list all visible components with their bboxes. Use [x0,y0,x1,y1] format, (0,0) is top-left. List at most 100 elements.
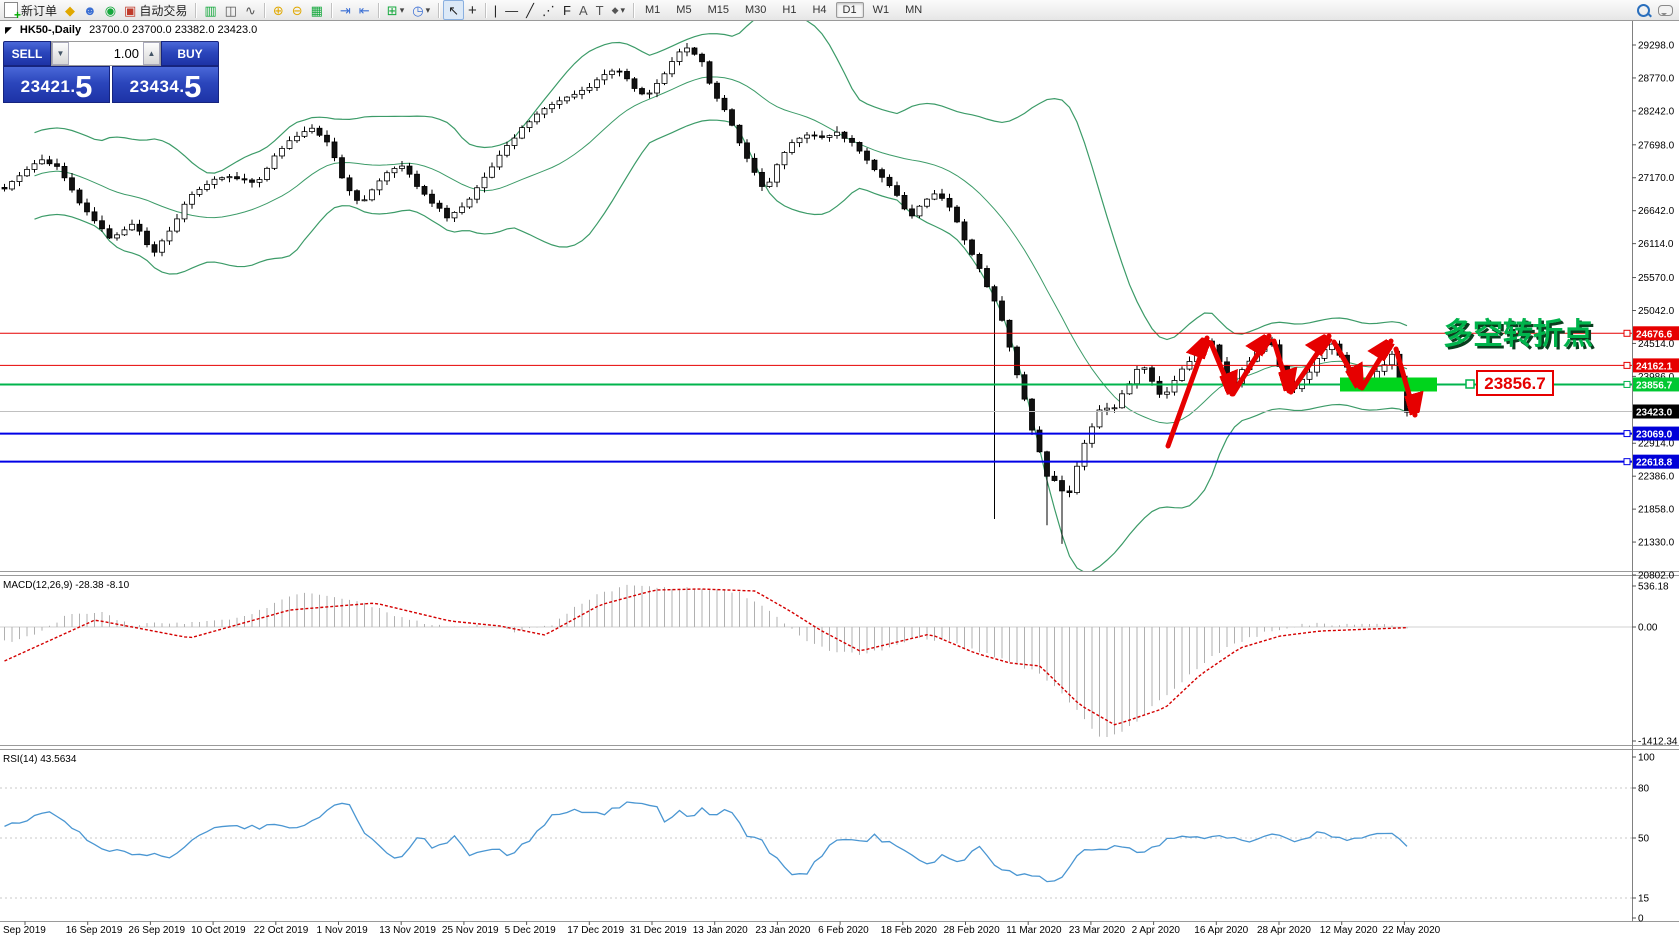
signals-icon: ◉ [105,4,116,17]
ohlc-readout: 23700.0 23700.0 23382.0 23423.0 [89,24,257,36]
community-button[interactable]: ☻ [79,1,101,19]
toolbar-separator [378,3,379,18]
buy-price-button[interactable]: 23434.5 [112,66,219,103]
signals-button[interactable]: ◉ [101,1,120,19]
rsi-tick-label: 100 [1638,753,1655,764]
volume-increase-button[interactable]: ▲ [143,42,160,65]
new-order-icon [4,2,18,18]
sell-price-button[interactable]: 23421.5 [3,66,110,103]
bar-chart-button[interactable]: ▥ [200,1,220,19]
toolbar-separator [438,3,439,18]
auto-trading-button[interactable]: ▣ 自动交易 [120,1,191,19]
price-callout-text: 23856.7 [1484,374,1545,393]
candle-chart-button[interactable]: ◫ [221,1,241,19]
candlestick-series [2,43,1410,544]
label-tool-button[interactable]: T [592,1,608,19]
timeframe-button-M15[interactable]: M15 [701,2,736,18]
deposit-button[interactable]: ◆ [61,1,79,19]
price-tick-label: 20802.0 [1638,570,1675,581]
hline-tool-button[interactable]: — [501,1,522,19]
price-tick-label: 29298.0 [1638,41,1675,52]
zoom-out-icon: ⊖ [292,4,303,17]
periods-button[interactable]: ◷▾ [408,1,434,19]
auto-scroll-button[interactable]: ⇥ [336,1,355,19]
chart-expand-icon[interactable]: ◤ [5,25,12,36]
macd-tick-label: -1412.34 [1638,737,1678,748]
crosshair-tool-button[interactable]: + [464,1,481,19]
vline-tool-button[interactable]: | [490,1,501,19]
time-axis[interactable]: Sep 201916 Sep 201926 Sep 201910 Oct 201… [3,922,1441,937]
headline-text: 多空转折点 [1443,317,1593,352]
volume-input[interactable]: 1.00 [69,42,143,65]
price-tick-label: 28242.0 [1638,106,1675,117]
new-chart-button[interactable]: ⊞▾ [383,1,408,19]
bar-chart-icon: ▥ [204,4,216,17]
buy-price-main: 23434 [130,77,180,100]
trendline-tool-button[interactable]: ╱ [522,1,538,19]
zoom-in-button[interactable]: ⊕ [269,1,288,19]
sell-button[interactable]: SELL [3,41,51,66]
macd-indicator-label: MACD(12,26,9) -28.38 -8.10 [3,580,129,591]
price-level-tag: 23856.7 [1636,380,1673,391]
search-icon[interactable] [1637,4,1650,17]
date-label: 12 May 2020 [1320,925,1378,936]
buy-button[interactable]: BUY [161,41,219,66]
date-label: 11 Mar 2020 [1006,925,1062,936]
rsi-tick-label: 50 [1638,834,1650,845]
timeframe-button-M5[interactable]: M5 [669,2,698,18]
chart-shift-button[interactable]: ⇤ [355,1,374,19]
timeframe-button-H1[interactable]: H1 [775,2,803,18]
chat-icon[interactable] [1658,5,1673,16]
toolbar-right-icons [1637,0,1673,20]
price-tick-label: 25570.0 [1638,273,1675,284]
shapes-tool-button[interactable]: ◆▾ [608,1,629,19]
price-level-tag: 23423.0 [1636,407,1673,418]
channel-icon: ⋰ [542,4,555,17]
rsi-pane [0,788,1632,898]
auto-trading-icon: ▣ [124,4,136,17]
timeframe-button-MN[interactable]: MN [898,2,929,18]
fibonacci-icon: F [563,4,571,17]
cursor-icon: ↖ [448,4,459,17]
date-label: 22 May 2020 [1382,925,1440,936]
timeframe-button-M1[interactable]: M1 [638,2,667,18]
price-tick-label: 24514.0 [1638,339,1675,350]
date-label: 28 Apr 2020 [1257,925,1311,936]
text-tool-button[interactable]: A [575,1,592,19]
date-label: 1 Nov 2019 [317,925,369,936]
cursor-tool-button[interactable]: ↖ [443,0,464,20]
timeframe-button-H4[interactable]: H4 [805,2,833,18]
timeframe-button-M30[interactable]: M30 [738,2,773,18]
macd-pane [0,585,1632,737]
timeframe-button-W1[interactable]: W1 [866,2,897,18]
date-label: 31 Dec 2019 [630,925,687,936]
price-axis[interactable]: 29298.028770.028242.027698.027170.026642… [1632,41,1679,925]
price-tick-label: 26642.0 [1638,206,1675,217]
zoom-out-button[interactable]: ⊖ [288,1,307,19]
chart-shift-icon: ⇤ [359,4,370,17]
line-chart-button[interactable]: ∿ [241,1,260,19]
macd-tick-label: 536.18 [1638,582,1669,593]
tag-anchor-square [1466,380,1474,388]
channel-tool-button[interactable]: ⋰ [538,1,559,19]
price-tick-label: 21330.0 [1638,538,1675,549]
chart-canvas[interactable]: 29298.028770.028242.027698.027170.026642… [0,21,1679,942]
hline-icon: — [505,4,518,17]
price-level-tag: 23069.0 [1636,430,1673,441]
crosshair-icon: + [468,4,477,17]
zoom-in-icon: ⊕ [273,4,284,17]
toolbar-separator [633,3,634,18]
date-label: 13 Jan 2020 [693,925,748,936]
dropdown-icon: ▾ [426,5,431,16]
timeframe-button-D1[interactable]: D1 [836,2,864,18]
candle-chart-icon: ◫ [225,4,237,17]
toolbar-separator [485,3,486,18]
date-label: 16 Apr 2020 [1194,925,1248,936]
shapes-icon: ◆ [612,4,619,17]
sell-price-main: 23421 [21,77,71,100]
volume-decrease-button[interactable]: ▼ [52,42,69,65]
fibonacci-tool-button[interactable]: F [559,1,575,19]
tile-windows-button[interactable]: ▦ [307,1,327,19]
new-order-button[interactable]: 新订单 [0,1,61,19]
vline-icon: | [494,4,497,17]
